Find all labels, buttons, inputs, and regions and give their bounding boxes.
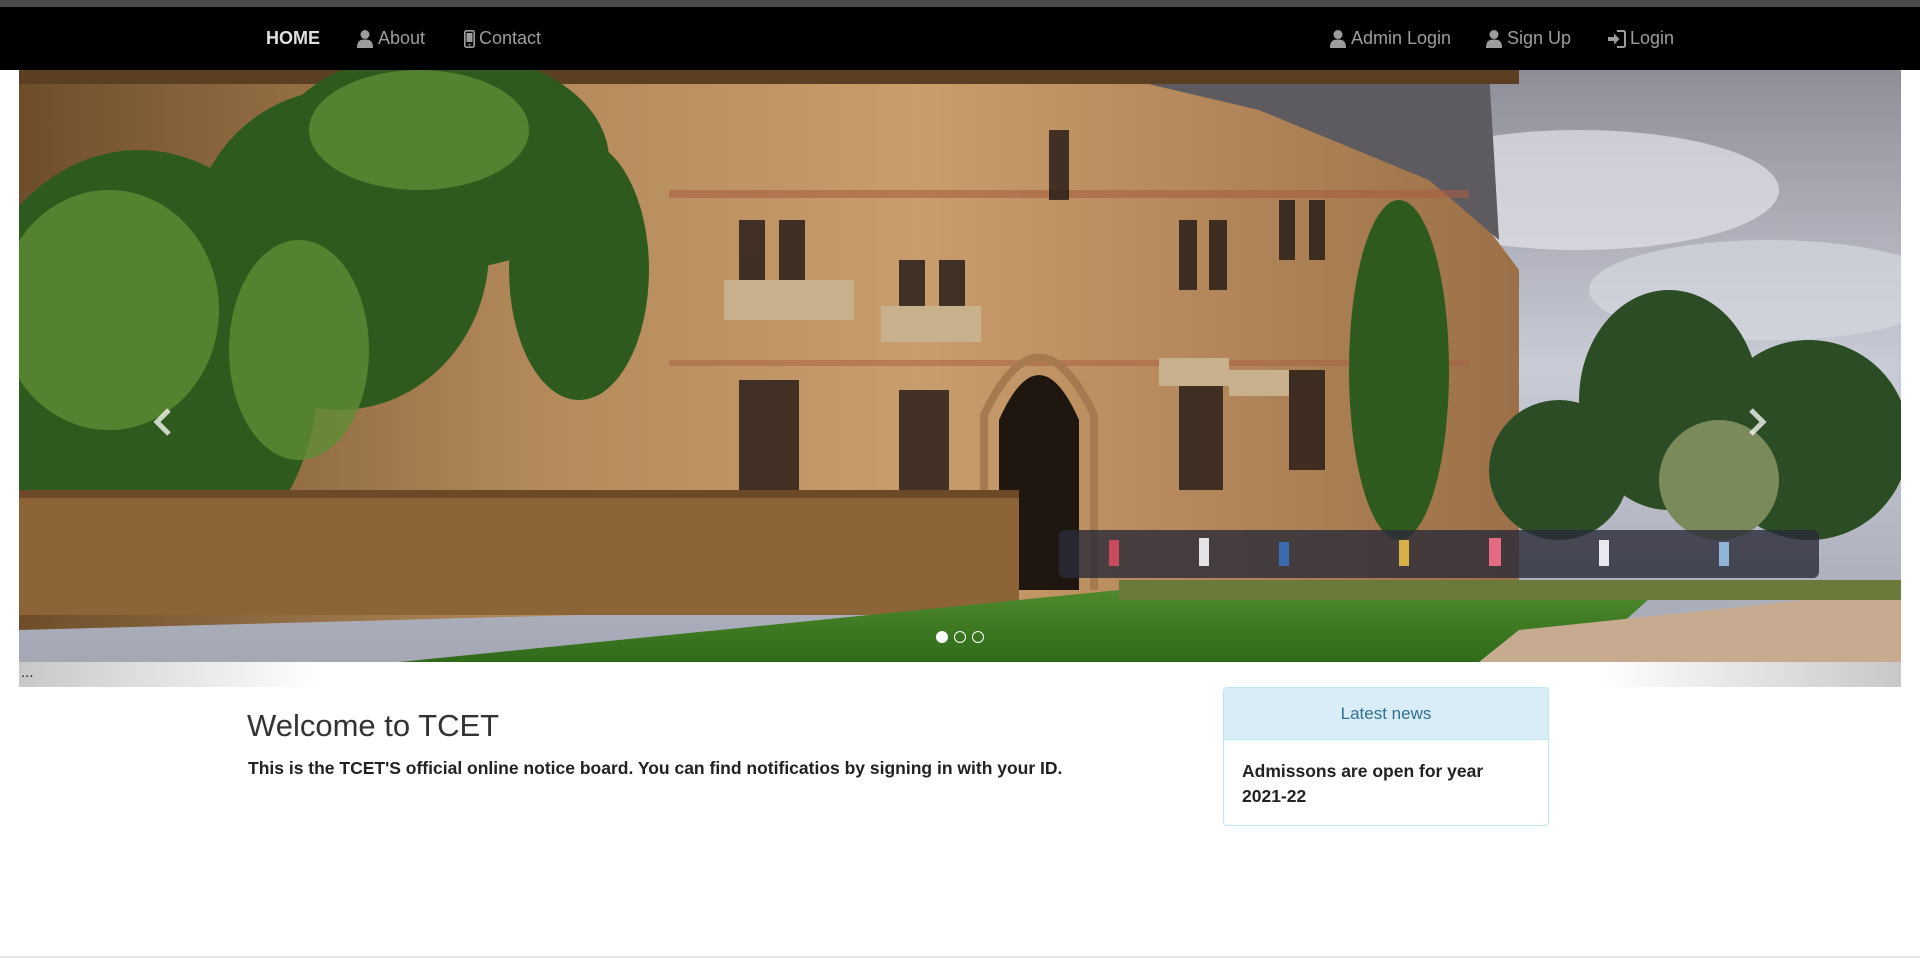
nav-home-link[interactable]: HOME — [266, 7, 320, 70]
image-carousel[interactable] — [19, 70, 1901, 662]
nav-contact-label: Contact — [479, 28, 542, 48]
nav-home-label: HOME — [266, 28, 320, 48]
nav-login-label: Login — [1630, 28, 1675, 48]
news-panel-body: Admissons are open for year 2021-22 — [1224, 740, 1548, 825]
nav-about-link[interactable]: About — [356, 7, 425, 70]
carousel-indicator-1[interactable] — [936, 631, 948, 643]
login-icon — [1607, 29, 1630, 48]
news-heading-label: Latest news — [1340, 703, 1432, 723]
nav-about-label: About — [378, 28, 426, 48]
nav-admin-login-label: Admin Login — [1351, 28, 1452, 48]
carousel-indicator-2[interactable] — [954, 631, 966, 643]
user-icon — [1485, 29, 1507, 48]
top-border — [0, 0, 1920, 7]
latest-news-panel: Latest news Admissons are open for year … — [1223, 687, 1549, 826]
user-icon — [356, 29, 378, 48]
carousel-caption: ... — [19, 662, 1901, 687]
campus-building-photo — [19, 70, 1901, 662]
news-item: Admissons are open for year 2021-22 — [1242, 761, 1484, 806]
nav-sign-up-link[interactable]: Sign Up — [1485, 7, 1571, 70]
nav-login-link[interactable]: Login — [1607, 7, 1674, 70]
nav-contact-link[interactable]: Contact — [464, 7, 541, 70]
nav-sign-up-label: Sign Up — [1507, 28, 1572, 48]
chevron-right-icon — [1746, 407, 1768, 442]
page-title: Welcome to TCET — [247, 708, 500, 743]
navbar: HOME About Contact Admin Login Sign Up L… — [0, 7, 1920, 70]
welcome-text: This is the TCET'S official online notic… — [248, 758, 1063, 778]
carousel-next-button[interactable] — [1737, 388, 1777, 460]
phone-icon — [464, 29, 479, 48]
carousel-caption-text: ... — [21, 664, 34, 681]
carousel-prev-button[interactable] — [143, 388, 183, 460]
carousel-indicator-3[interactable] — [972, 631, 984, 643]
user-icon — [1329, 29, 1351, 48]
chevron-left-icon — [152, 407, 174, 442]
news-panel-heading: Latest news — [1224, 688, 1548, 740]
nav-admin-login-link[interactable]: Admin Login — [1329, 7, 1451, 70]
carousel-indicators — [19, 631, 1901, 643]
